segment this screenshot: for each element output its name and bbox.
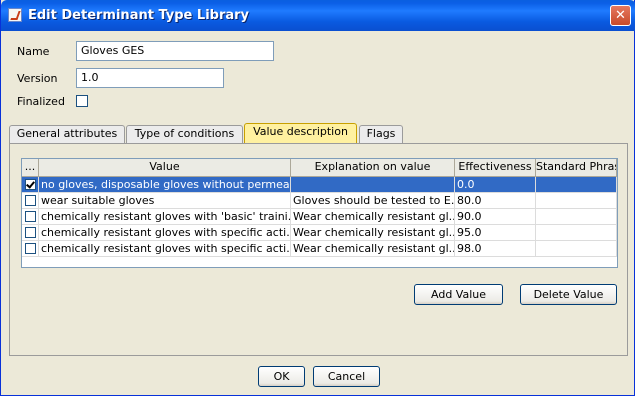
value-cell[interactable]: chemically resistant gloves with 'basic'… xyxy=(39,209,291,225)
effectiveness-cell[interactable]: 90.0 xyxy=(455,209,536,225)
explanation-cell[interactable]: Gloves should be tested to E... xyxy=(291,193,455,209)
column-header-explanation[interactable]: Explanation on value xyxy=(291,159,455,176)
dialog-window: Edit Determinant Type Library ✕ Name Glo… xyxy=(0,0,635,396)
name-label: Name xyxy=(17,45,50,58)
effectiveness-cell[interactable]: 80.0 xyxy=(455,193,536,209)
finalized-checkbox[interactable] xyxy=(76,95,88,107)
column-header-effectiveness[interactable]: Effectiveness xyxy=(455,159,536,176)
table-row[interactable]: chemically resistant gloves with specifi… xyxy=(22,241,617,257)
ok-button[interactable]: OK xyxy=(258,366,305,387)
explanation-cell[interactable]: Wear chemically resistant gl... xyxy=(291,225,455,241)
finalized-label: Finalized xyxy=(17,95,65,108)
effectiveness-cell[interactable]: 95.0 xyxy=(455,225,536,241)
table-header: ... Value Explanation on value Effective… xyxy=(22,159,617,177)
table-row[interactable]: chemically resistant gloves with 'basic'… xyxy=(22,209,617,225)
column-header-standard-phrase[interactable]: Standard Phras... xyxy=(536,159,617,176)
explanation-cell[interactable] xyxy=(291,177,455,193)
standard-phrase-cell[interactable] xyxy=(536,193,617,209)
standard-phrase-cell[interactable] xyxy=(536,209,617,225)
row-checkbox[interactable] xyxy=(25,243,36,254)
effectiveness-cell[interactable]: 98.0 xyxy=(455,241,536,257)
title-bar[interactable]: Edit Determinant Type Library ✕ xyxy=(1,0,635,31)
column-header-select[interactable]: ... xyxy=(22,159,39,176)
column-header-value[interactable]: Value xyxy=(39,159,291,176)
tab-type-of-conditions[interactable]: Type of conditions xyxy=(126,125,243,143)
standard-phrase-cell[interactable] xyxy=(536,177,617,193)
version-field[interactable]: 1.0 xyxy=(76,68,224,88)
name-field[interactable]: Gloves GES xyxy=(76,41,274,61)
value-cell[interactable]: chemically resistant gloves with specifi… xyxy=(39,241,291,257)
values-table[interactable]: ... Value Explanation on value Effective… xyxy=(21,158,618,268)
close-button[interactable]: ✕ xyxy=(610,5,631,26)
explanation-cell[interactable]: Wear chemically resistant gl... xyxy=(291,209,455,225)
standard-phrase-cell[interactable] xyxy=(536,241,617,257)
row-checkbox[interactable] xyxy=(25,211,36,222)
version-label: Version xyxy=(17,72,58,85)
explanation-cell[interactable]: Wear chemically resistant gl... xyxy=(291,241,455,257)
table-row[interactable]: wear suitable gloves Gloves should be te… xyxy=(22,193,617,209)
window-title: Edit Determinant Type Library xyxy=(28,8,250,23)
delete-value-button[interactable]: Delete Value xyxy=(520,284,617,305)
dialog-footer: OK Cancel xyxy=(1,358,634,394)
add-value-button[interactable]: Add Value xyxy=(414,284,503,305)
row-checkbox[interactable] xyxy=(25,179,36,190)
cancel-button[interactable]: Cancel xyxy=(313,366,380,387)
value-cell[interactable]: no gloves, disposable gloves without per… xyxy=(39,177,291,193)
table-row[interactable]: chemically resistant gloves with specifi… xyxy=(22,225,617,241)
row-checkbox[interactable] xyxy=(25,227,36,238)
value-cell[interactable]: wear suitable gloves xyxy=(39,193,291,209)
app-icon xyxy=(8,8,22,22)
table-row[interactable]: no gloves, disposable gloves without per… xyxy=(22,177,617,193)
row-checkbox[interactable] xyxy=(25,195,36,206)
value-description-panel: ... Value Explanation on value Effective… xyxy=(9,143,628,356)
tab-value-description[interactable]: Value description xyxy=(244,123,357,144)
tab-flags[interactable]: Flags xyxy=(359,125,403,143)
tab-general-attributes[interactable]: General attributes xyxy=(9,125,125,143)
value-cell[interactable]: chemically resistant gloves with specifi… xyxy=(39,225,291,241)
effectiveness-cell[interactable]: 0.0 xyxy=(455,177,536,193)
standard-phrase-cell[interactable] xyxy=(536,225,617,241)
